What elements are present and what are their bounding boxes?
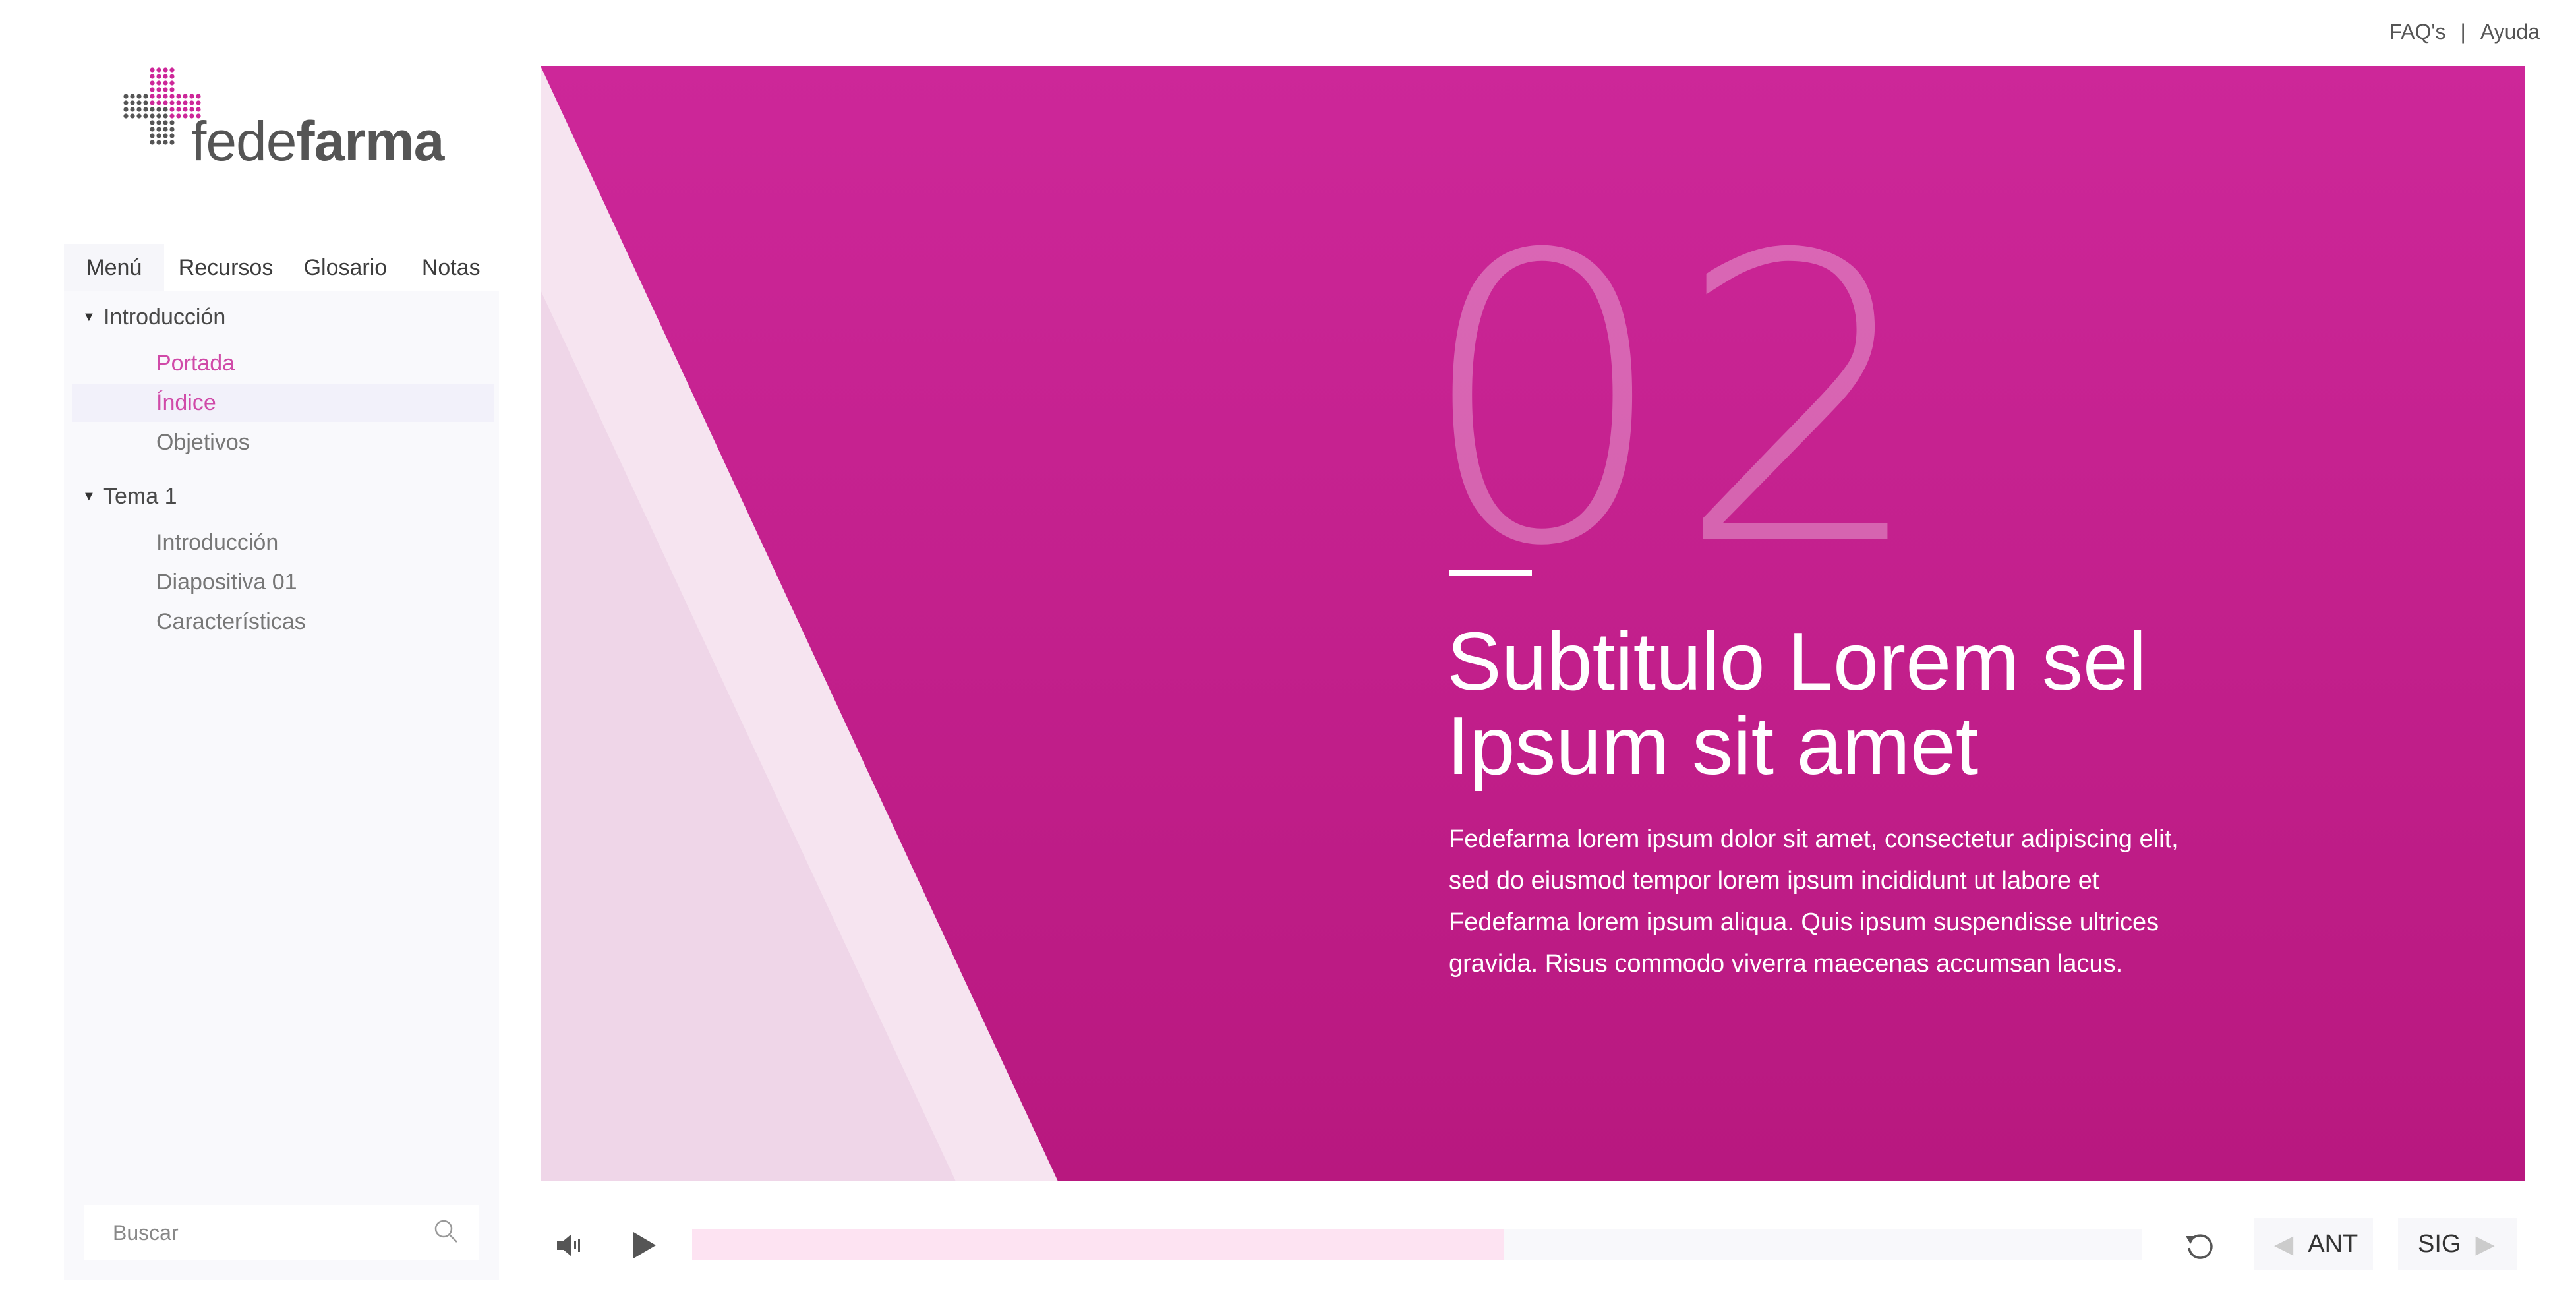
- slide-stage: 02 Subtitulo Lorem sel Ipsum sit amet Fe…: [541, 66, 2525, 1181]
- subtitle-line-1: Subtitulo Lorem sel: [1447, 616, 2147, 707]
- section-title: Tema 1: [103, 484, 177, 509]
- slide-subtitle: Subtitulo Lorem sel Ipsum sit amet: [1447, 620, 2304, 788]
- section-introduccion[interactable]: ▼ Introducción: [82, 305, 225, 330]
- tab-menu[interactable]: Menú: [64, 244, 164, 291]
- slide-body-text: Fedefarma lorem ipsum dolor sit amet, co…: [1449, 825, 2179, 978]
- next-label: SIG: [2418, 1229, 2461, 1258]
- menu-item-portada[interactable]: Portada: [72, 344, 494, 382]
- player-controls: ◀ ANT SIG ▶: [541, 1214, 2525, 1275]
- prev-label: ANT: [2308, 1229, 2358, 1258]
- next-button[interactable]: SIG ▶: [2398, 1218, 2517, 1270]
- progress-bar[interactable]: [692, 1229, 2142, 1260]
- title-rule: [1449, 570, 1532, 576]
- caret-down-icon: ▼: [82, 489, 96, 504]
- help-link[interactable]: Ayuda: [2480, 20, 2540, 44]
- chevron-right-icon: ▶: [2475, 1230, 2495, 1258]
- play-icon[interactable]: [628, 1229, 660, 1262]
- link-separator: |: [2460, 20, 2466, 44]
- sidebar-tabs: Menú Recursos Glosario Notas: [64, 244, 499, 291]
- fedefarma-logo: fedefarma: [122, 66, 444, 169]
- volume-icon[interactable]: [554, 1229, 587, 1262]
- chevron-left-icon: ◀: [2274, 1230, 2294, 1258]
- slide-number: 02: [1417, 171, 1934, 632]
- section-title: Introducción: [103, 305, 226, 330]
- progress-fill: [692, 1229, 1504, 1260]
- menu-item-introduccion[interactable]: Introducción: [72, 523, 494, 562]
- faq-link[interactable]: FAQ's: [2389, 20, 2445, 44]
- search-box: [84, 1205, 479, 1260]
- caret-down-icon: ▼: [82, 310, 96, 324]
- menu-item-objetivos[interactable]: Objetivos: [72, 423, 494, 461]
- search-input[interactable]: [111, 1220, 433, 1246]
- menu-item-caracteristicas[interactable]: Características: [72, 603, 494, 641]
- section-tema-1[interactable]: ▼ Tema 1: [82, 484, 177, 510]
- menu-panel: ▼ Introducción Portada Índice Objetivos …: [64, 291, 499, 1280]
- search-icon[interactable]: [433, 1218, 459, 1248]
- prev-button[interactable]: ◀ ANT: [2254, 1218, 2373, 1270]
- menu-item-diapositiva-01[interactable]: Diapositiva 01: [72, 563, 494, 601]
- logo-wordmark-light: fede: [191, 110, 297, 172]
- logo-wordmark-bold: farma: [296, 110, 445, 172]
- top-links: FAQ's | Ayuda: [2389, 20, 2540, 44]
- logo-wordmark: fedefarma: [191, 113, 444, 169]
- menu-item-indice[interactable]: Índice: [72, 384, 494, 422]
- subtitle-line-2: Ipsum sit amet: [1447, 701, 1979, 792]
- tab-notas[interactable]: Notas: [403, 244, 500, 291]
- sidebar: Menú Recursos Glosario Notas ▼ Introducc…: [64, 244, 499, 1280]
- replay-icon[interactable]: [2182, 1227, 2219, 1264]
- tab-glosario[interactable]: Glosario: [287, 244, 403, 291]
- tab-recursos[interactable]: Recursos: [164, 244, 288, 291]
